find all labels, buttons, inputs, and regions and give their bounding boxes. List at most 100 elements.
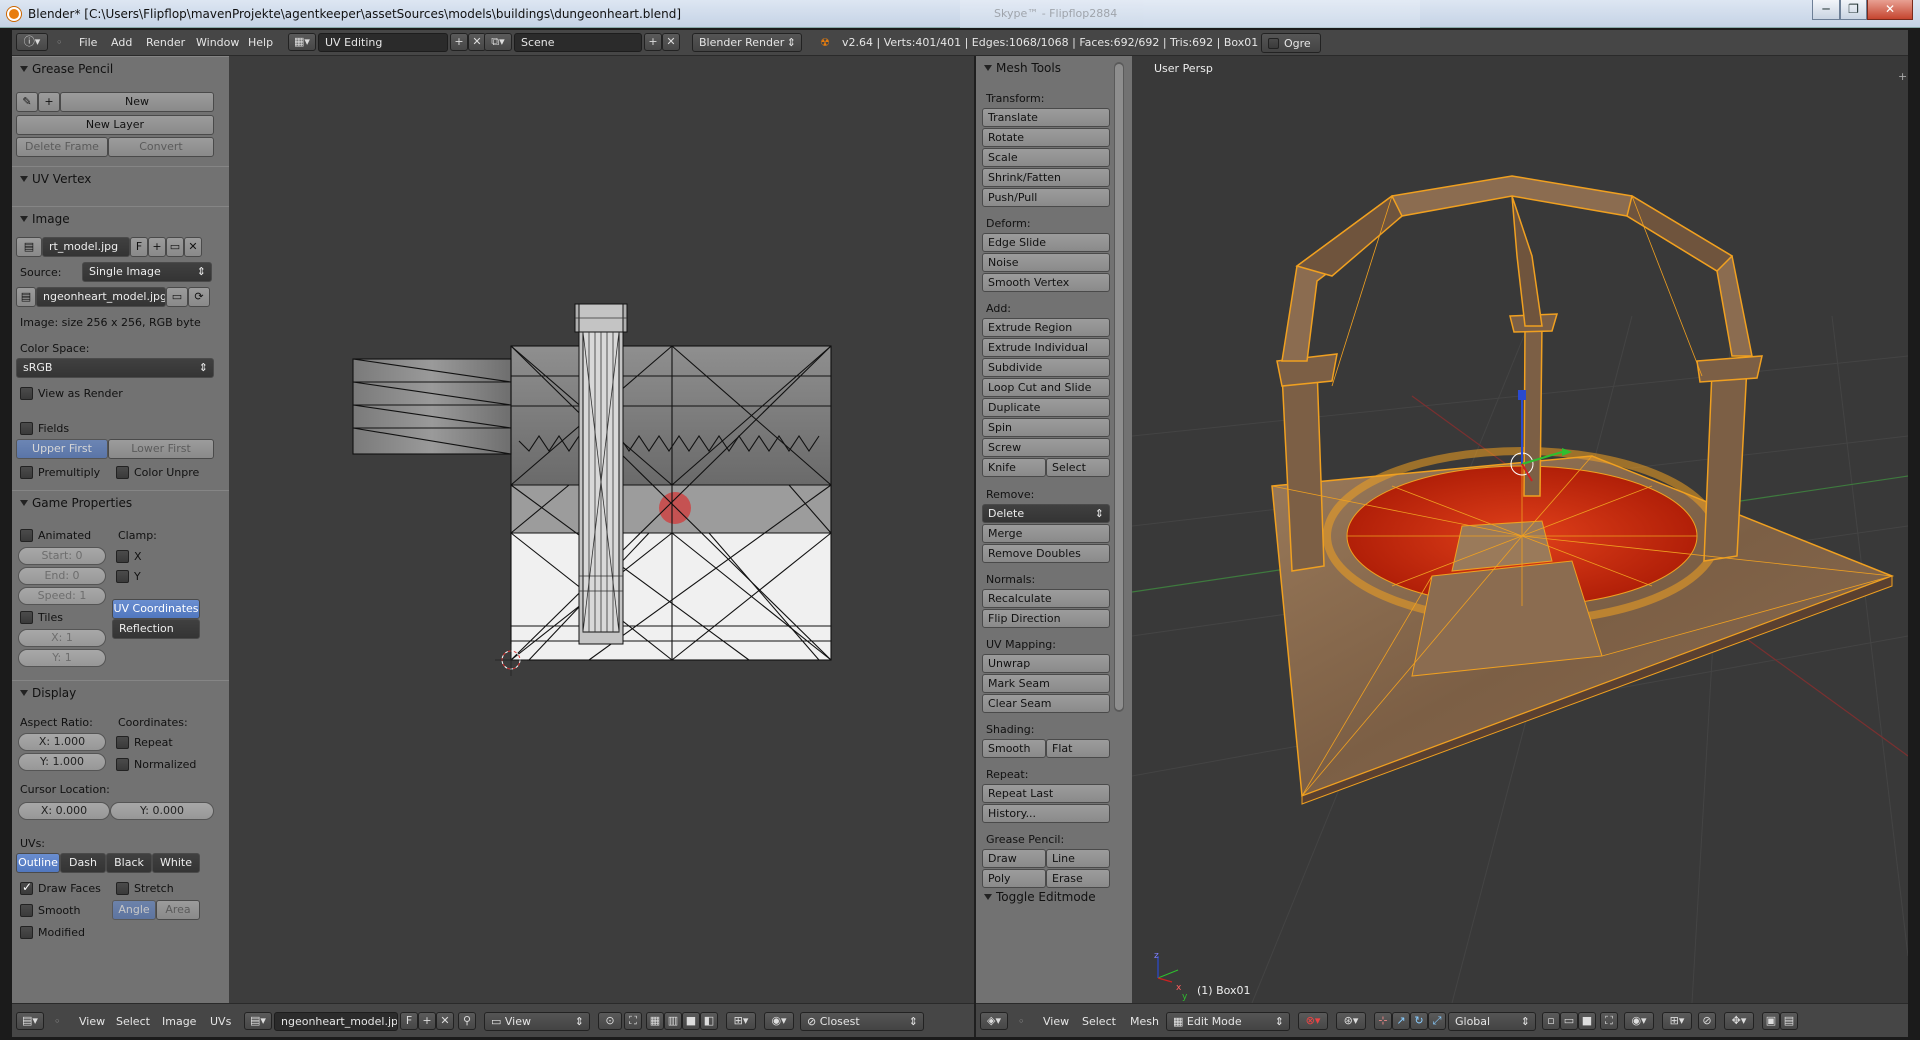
gp-poly-button[interactable]: Poly — [982, 869, 1046, 888]
translate-manipulator-icon[interactable]: ↗ — [1392, 1012, 1410, 1030]
menu-help[interactable]: Help — [248, 36, 273, 49]
merge-button[interactable]: Merge — [982, 524, 1110, 543]
draw-faces-checkbox[interactable] — [20, 880, 33, 895]
uv-white-button[interactable]: White — [152, 853, 200, 873]
uv-menu-uvs[interactable]: UVs — [210, 1015, 231, 1028]
add-screen-button[interactable]: + — [450, 33, 468, 51]
uv-image-browse-icon[interactable]: ▤▾ — [244, 1012, 272, 1030]
clamp-y-checkbox[interactable] — [116, 570, 129, 583]
occlude-geometry-icon[interactable]: ⛶ — [1600, 1012, 1618, 1030]
uv-editor-canvas[interactable] — [229, 56, 974, 1003]
spin-button[interactable]: Spin — [982, 418, 1110, 437]
interaction-mode-dropdown[interactable]: ▦ Edit Mode ⇕ — [1166, 1012, 1290, 1031]
render-preview-icon[interactable]: ▣ — [1762, 1012, 1780, 1030]
close-window-button[interactable]: ✕ — [1867, 0, 1913, 20]
delete-dropdown[interactable]: Delete ⇕ — [982, 504, 1110, 523]
grease-pencil-panel-header[interactable]: Grease Pencil — [12, 56, 229, 80]
scene-icon[interactable]: ⧉▾ — [484, 33, 512, 51]
shade-flat-button[interactable]: Flat — [1046, 739, 1110, 758]
proportional-edit-icon[interactable]: ◉▾ — [764, 1012, 794, 1030]
opengl-render-icon[interactable]: ▤ — [1780, 1012, 1798, 1030]
color-space-dropdown[interactable]: sRGB ⇕ — [16, 358, 214, 378]
gp-line-button[interactable]: Line — [1046, 849, 1110, 868]
image-panel-header[interactable]: Image — [12, 206, 229, 230]
uv-sync-selection-icon[interactable]: ⛶ — [624, 1012, 642, 1030]
edge-select-mode-icon[interactable]: ▭ — [1560, 1012, 1578, 1030]
loop-cut-slide-button[interactable]: Loop Cut and Slide — [982, 378, 1110, 397]
render-engine-dropdown[interactable]: Blender Render ⇕ — [692, 33, 802, 52]
snap-target-dropdown[interactable]: ⊘ Closest ⇕ — [800, 1012, 924, 1031]
face-select-mode-icon[interactable]: ■ — [1578, 1012, 1596, 1030]
uv-menu-select[interactable]: Select — [116, 1015, 150, 1028]
aspect-x-field[interactable]: X: 1.000 — [18, 733, 106, 751]
sticky-mode-icon[interactable]: ⊞▾ — [726, 1012, 756, 1030]
reload-image-icon[interactable]: ⟳ — [188, 287, 210, 307]
fake-user-button[interactable]: F — [130, 237, 148, 257]
pivot-point-icon[interactable]: ⊛▾ — [1336, 1012, 1366, 1030]
game-properties-panel-header[interactable]: Game Properties — [12, 490, 229, 514]
menu-add[interactable]: Add — [111, 36, 132, 49]
new-layer-button[interactable]: New Layer — [16, 115, 214, 135]
smooth-checkbox[interactable] — [20, 904, 33, 917]
uv-mode-dropdown[interactable]: ▭ View ⇕ — [484, 1012, 590, 1031]
mark-seam-button[interactable]: Mark Seam — [982, 674, 1110, 693]
collapse-menu-icon[interactable]: ◦ — [54, 1015, 61, 1028]
view-as-render-checkbox[interactable] — [20, 387, 33, 400]
uv-new-image-icon[interactable]: + — [418, 1012, 436, 1030]
ogre-checkbox[interactable] — [1268, 38, 1279, 49]
image-filepath-field[interactable]: ngeonheart_model.jpg — [36, 287, 166, 307]
lower-first-button[interactable]: Lower First — [108, 439, 214, 459]
menu-render[interactable]: Render — [146, 36, 185, 49]
uv-outline-button[interactable]: Outline — [16, 853, 60, 873]
shade-smooth-button[interactable]: Smooth — [982, 739, 1046, 758]
fields-checkbox[interactable] — [20, 422, 33, 435]
uv-fake-user-button[interactable]: F — [400, 1012, 418, 1030]
edge-slide-button[interactable]: Edge Slide — [982, 233, 1110, 252]
manipulator-toggle-icon[interactable]: ⊹ — [1374, 1012, 1392, 1030]
uv-image-name-field[interactable]: ngeonheart_model.jpg — [274, 1012, 398, 1031]
browse-file-icon[interactable]: ▭ — [166, 287, 188, 307]
edge-select-icon[interactable]: ▥ — [664, 1012, 682, 1030]
delete-frame-button[interactable]: Delete Frame — [16, 137, 108, 157]
source-dropdown[interactable]: Single Image ⇕ — [82, 262, 212, 282]
pencil-icon[interactable]: ✎ — [16, 92, 38, 112]
stretch-checkbox[interactable] — [116, 882, 129, 895]
collapse-menu-icon[interactable]: ◦ — [1018, 1015, 1025, 1028]
ogre-toggle-button[interactable]: Ogre — [1261, 33, 1321, 53]
color-unpremultiply-checkbox[interactable] — [116, 466, 129, 479]
screen-layout-icon[interactable]: ▦▾ — [288, 33, 316, 51]
convert-button[interactable]: Convert — [108, 137, 214, 157]
image-browse-icon[interactable]: ▤ — [16, 237, 42, 257]
transform-orientation-dropdown[interactable]: Global ⇕ — [1448, 1012, 1536, 1031]
uv-vertex-panel-header[interactable]: UV Vertex — [12, 166, 229, 190]
cursor-x-field[interactable]: X: 0.000 — [18, 802, 110, 820]
remove-scene-button[interactable]: ✕ — [662, 33, 680, 51]
duplicate-button[interactable]: Duplicate — [982, 398, 1110, 417]
vertex-select-icon[interactable]: ▦ — [646, 1012, 664, 1030]
aspect-y-field[interactable]: Y: 1.000 — [18, 753, 106, 771]
unlink-image-icon[interactable]: ✕ — [184, 237, 202, 257]
menu-file[interactable]: File — [79, 36, 97, 49]
cursor-y-field[interactable]: Y: 0.000 — [110, 802, 214, 820]
knife-select-button[interactable]: Select — [1046, 458, 1110, 477]
gp-draw-button[interactable]: Draw — [982, 849, 1046, 868]
face-select-icon[interactable]: ■ — [682, 1012, 700, 1030]
3d-menu-select[interactable]: Select — [1082, 1015, 1116, 1028]
snap-toggle-icon[interactable]: ⊘ — [1698, 1012, 1716, 1030]
unwrap-button[interactable]: Unwrap — [982, 654, 1110, 673]
uv-black-button[interactable]: Black — [106, 853, 152, 873]
gp-erase-button[interactable]: Erase — [1046, 869, 1110, 888]
add-icon[interactable]: + — [38, 92, 60, 112]
shrink-fatten-button[interactable]: Shrink/Fatten — [982, 168, 1110, 187]
knife-button[interactable]: Knife — [982, 458, 1046, 477]
repeat-last-button[interactable]: Repeat Last — [982, 784, 1110, 803]
upper-first-button[interactable]: Upper First — [16, 439, 108, 459]
anim-speed-field[interactable]: Speed: 1 — [18, 587, 106, 605]
pivot-icon[interactable]: ⊙ — [598, 1012, 622, 1030]
anim-start-field[interactable]: Start: 0 — [18, 547, 106, 565]
uv-dash-button[interactable]: Dash — [60, 853, 106, 873]
proportional-edit-3d-icon[interactable]: ◉▾ — [1624, 1012, 1654, 1030]
stretch-angle-button[interactable]: Angle — [112, 900, 156, 920]
history-button[interactable]: History... — [982, 804, 1110, 823]
snap-target-icon[interactable]: ✥▾ — [1724, 1012, 1754, 1030]
